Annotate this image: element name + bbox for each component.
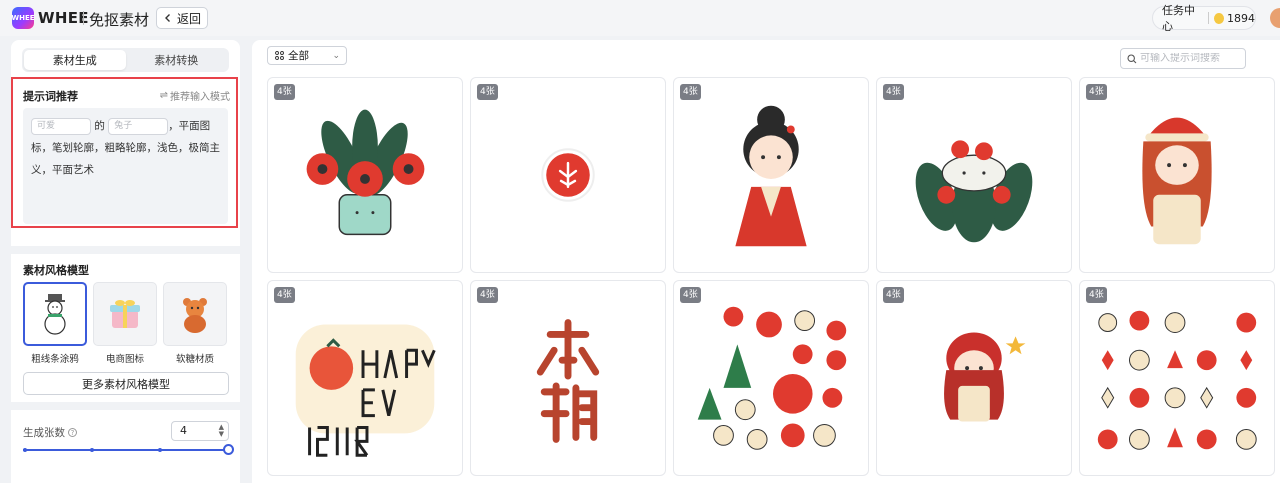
slider-tick: [90, 448, 94, 452]
style-thumb: [163, 282, 227, 346]
image-count-badge: 4张: [1086, 84, 1107, 100]
gummy-bear-icon: [183, 298, 207, 333]
search-box[interactable]: [1120, 48, 1246, 69]
prompt-slot-adjective[interactable]: 可爱: [31, 117, 91, 135]
image-count-badge: 4张: [680, 84, 701, 100]
christmas-girl-artwork: [1142, 117, 1212, 245]
image-count-badge: 4张: [883, 84, 904, 100]
image-count-badge: 4张: [1086, 287, 1107, 303]
switch-input-mode-label: 推荐输入模式: [170, 92, 230, 103]
material-card[interactable]: 4张: [876, 77, 1072, 273]
filter-label: 全部: [288, 50, 309, 62]
left-panel: 素材生成 素材转换 提示词推荐 ⇌ 推荐输入模式 可爱 的 兔子 ，平面图标，笔划…: [11, 40, 240, 483]
material-card[interactable]: 4张: [673, 280, 869, 476]
calligraphy-artwork: [536, 319, 600, 443]
section-divider: [11, 246, 240, 254]
count-label-row: 生成张数 ?: [23, 425, 77, 440]
slider-handle[interactable]: [223, 444, 234, 455]
chevron-left-icon: [164, 14, 170, 22]
style-name: 电商图标: [105, 354, 144, 365]
material-card[interactable]: 4张: [267, 280, 463, 476]
material-card[interactable]: 4张: [673, 77, 869, 273]
switch-input-mode-button[interactable]: ⇌ 推荐输入模式: [160, 88, 230, 103]
image-count-badge: 4张: [274, 84, 295, 100]
material-card[interactable]: 4张: [470, 280, 666, 476]
snowman-icon: [44, 294, 66, 335]
prompt-recommend-section: 提示词推荐 ⇌ 推荐输入模式 可爱 的 兔子 ，平面图标，笔划轮廓，粗略轮廓，浅色…: [11, 77, 238, 228]
flower-pot-artwork: [306, 109, 425, 236]
ornament-pattern-artwork: [1097, 310, 1257, 450]
image-count-badge: 4张: [883, 287, 904, 303]
more-style-models-button[interactable]: 更多素材风格模型: [23, 372, 229, 395]
grid-icon: [275, 51, 284, 60]
page-title: 免抠素材: [89, 11, 150, 29]
credits-count: 1894: [1227, 11, 1255, 25]
material-card[interactable]: 4张: [1079, 77, 1275, 273]
task-center-label: 任务中心: [1162, 4, 1195, 33]
stepper-arrows-icon[interactable]: ▲ ▼: [219, 424, 224, 438]
back-label: 返回: [176, 11, 201, 26]
user-avatar[interactable]: [1270, 8, 1280, 28]
material-grid: 4张 4张 4张 4张 4张 4张 4张 4张 4张 4张: [267, 77, 1275, 476]
material-gallery: 全部 ⌄ 4张: [252, 40, 1280, 483]
help-icon[interactable]: ?: [68, 428, 77, 437]
material-card[interactable]: 4张: [876, 280, 1072, 476]
count-slider[interactable]: [23, 444, 234, 455]
count-label: 生成张数: [23, 427, 65, 439]
style-name: 粗线条涂鸦: [31, 354, 79, 365]
brand-name: WHEE: [38, 9, 89, 27]
red-dress-girl-artwork: [944, 332, 1026, 422]
prompt-connector: 的: [94, 120, 105, 132]
style-model-list: 粗线条涂鸦 电商图标 软糖材质: [23, 282, 228, 365]
image-count-badge: 4张: [477, 84, 498, 100]
slider-tick: [158, 448, 162, 452]
rice-ball-leaves-artwork: [915, 140, 1033, 243]
search-input[interactable]: [1140, 53, 1240, 64]
gift-box-icon: [110, 300, 140, 328]
mode-tabs: 素材生成 素材转换: [22, 48, 229, 72]
prompt-title: 提示词推荐: [23, 90, 78, 103]
style-model-title: 素材风格模型: [23, 264, 89, 277]
image-count-badge: 4张: [680, 287, 701, 303]
search-icon: [1127, 53, 1137, 63]
christmas-stickers-artwork: [697, 306, 847, 450]
swap-icon: ⇌: [159, 90, 168, 101]
brand-divider: [83, 11, 84, 25]
material-card[interactable]: 4张: [470, 77, 666, 273]
count-stepper[interactable]: 4 ▲ ▼: [171, 421, 229, 441]
image-count-badge: 4张: [274, 287, 295, 303]
style-card-ecommerce[interactable]: 电商图标: [93, 282, 157, 365]
tab-convert[interactable]: 素材转换: [126, 50, 228, 70]
slider-tick: [23, 448, 27, 452]
task-center-button[interactable]: 任务中心 1894: [1152, 4, 1256, 33]
section-divider: [11, 402, 240, 410]
style-thumb: [93, 282, 157, 346]
category-filter[interactable]: 全部 ⌄: [267, 46, 347, 65]
style-card-doodle[interactable]: 粗线条涂鸦: [23, 282, 87, 365]
count-value: 4: [180, 424, 187, 437]
style-thumb: [23, 282, 87, 346]
style-name: 软糖材质: [175, 354, 214, 365]
prompt-slot-subject[interactable]: 兔子: [108, 117, 169, 135]
material-card[interactable]: 4张: [1079, 280, 1275, 476]
hanfu-girl-artwork: [735, 105, 807, 247]
whee-logo[interactable]: WHEE: [11, 7, 35, 29]
coin-icon: [1213, 12, 1224, 24]
logo-text: WHEE: [11, 14, 35, 22]
style-card-gummy[interactable]: 软糖材质: [163, 282, 227, 365]
image-count-badge: 4张: [477, 287, 498, 303]
back-button[interactable]: 返回: [156, 7, 208, 29]
new-year-lettering-artwork: [295, 324, 436, 457]
tab-generate[interactable]: 素材生成: [24, 50, 126, 70]
chevron-down-icon: ⌄: [332, 50, 340, 61]
top-bar: WHEE WHEE 免抠素材 返回 任务中心 1894: [0, 0, 1280, 36]
red-circle-artwork: [541, 148, 595, 202]
material-card[interactable]: 4张: [267, 77, 463, 273]
task-divider: [1207, 12, 1209, 24]
prompt-editor[interactable]: 可爱 的 兔子 ，平面图标，笔划轮廓，粗略轮廓，浅色，极简主义，平面艺术: [23, 108, 228, 224]
